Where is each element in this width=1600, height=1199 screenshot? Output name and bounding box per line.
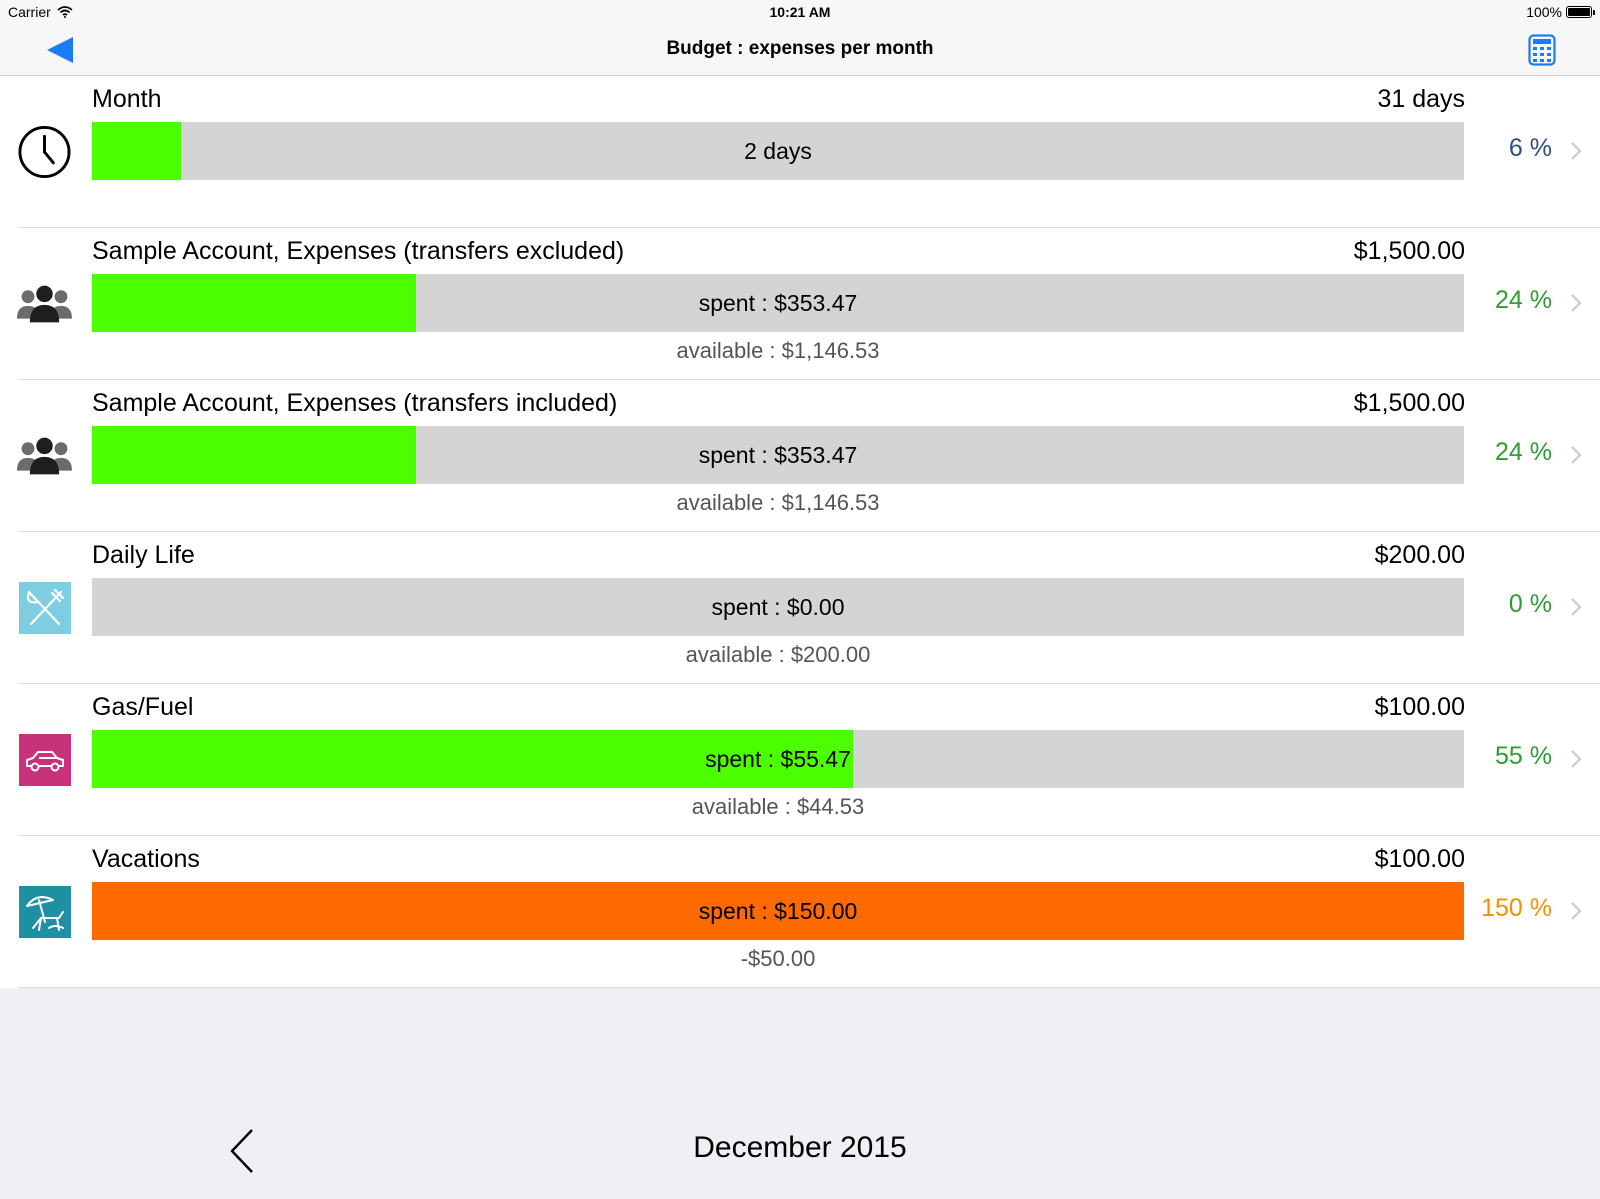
row-budget: $200.00 (1374, 541, 1465, 569)
row-name: Month (92, 85, 162, 113)
row-separator (18, 987, 1600, 988)
car-icon (18, 733, 71, 786)
row-budget: $1,500.00 (1353, 237, 1465, 265)
row-name: Sample Account, Expenses (transfers excl… (92, 237, 625, 265)
row-percent: 150 % (1481, 894, 1552, 922)
battery-percent: 100% (1526, 4, 1562, 20)
progress-bar: spent : $55.47 (92, 730, 1464, 788)
progress-label: spent : $353.47 (698, 441, 858, 468)
row-available: available : $44.53 (691, 794, 865, 819)
row-budget: 31 days (1377, 85, 1465, 113)
back-button[interactable] (40, 32, 80, 68)
budget-row-gas-fuel[interactable]: Gas/Fuel $100.00 spent : $55.47 availabl… (0, 684, 1600, 836)
progress-label: spent : $353.47 (698, 289, 858, 316)
chevron-left-icon (230, 1129, 253, 1173)
row-budget: $100.00 (1374, 845, 1465, 873)
row-percent: 24 % (1495, 438, 1552, 466)
chevron-right-icon (1571, 902, 1582, 920)
progress-label: spent : $0.00 (711, 593, 845, 620)
row-available: -$50.00 (740, 946, 816, 971)
beach-umbrella-icon (18, 885, 71, 938)
previous-month-button[interactable] (222, 1126, 262, 1176)
row-budget: $1,500.00 (1353, 389, 1465, 417)
battery-icon (1566, 6, 1595, 18)
row-name: Vacations (92, 845, 200, 873)
status-time: 10:21 AM (769, 4, 831, 20)
chevron-right-icon (1571, 598, 1582, 616)
chevron-right-icon (1571, 294, 1582, 312)
budget-row-vacations[interactable]: Vacations $100.00 spent : $150.00 -$50.0… (0, 836, 1600, 988)
calculator-icon (1528, 34, 1556, 66)
carrier-info: Carrier (8, 4, 73, 20)
budget-row-month[interactable]: Month 31 days 2 days 6 % (0, 76, 1600, 228)
status-bar: Carrier 10:21 AM 100% (0, 0, 1600, 24)
row-name: Gas/Fuel (92, 693, 194, 721)
row-percent: 24 % (1495, 286, 1552, 314)
battery-info: 100% (1526, 4, 1595, 20)
progress-bar: 2 days (92, 122, 1464, 180)
chevron-right-icon (1571, 750, 1582, 768)
row-percent: 0 % (1508, 590, 1552, 618)
row-available: available : $200.00 (685, 642, 871, 667)
calculator-button[interactable] (1522, 30, 1562, 70)
people-icon (17, 285, 72, 322)
row-percent: 6 % (1508, 134, 1552, 162)
row-name: Sample Account, Expenses (transfers incl… (92, 389, 618, 417)
clock-icon (18, 125, 71, 178)
back-triangle-icon (47, 37, 73, 63)
progress-label: spent : $150.00 (698, 897, 858, 924)
progress-bar: spent : $353.47 (92, 426, 1464, 484)
progress-label: 2 days (744, 137, 812, 164)
progress-bar: spent : $150.00 (92, 882, 1464, 940)
row-budget: $100.00 (1374, 693, 1465, 721)
carrier-label: Carrier (8, 4, 51, 20)
row-available: available : $1,146.53 (676, 338, 880, 363)
budget-row-sample-account-included[interactable]: Sample Account, Expenses (transfers incl… (0, 380, 1600, 532)
people-icon (17, 437, 72, 474)
progress-bar: spent : $0.00 (92, 578, 1464, 636)
navigation-bar: Budget : expenses per month (0, 24, 1600, 76)
row-name: Daily Life (92, 541, 195, 569)
progress-label: spent : $55.47 (705, 745, 851, 772)
chevron-right-icon (1571, 142, 1582, 160)
budget-row-sample-account-excluded[interactable]: Sample Account, Expenses (transfers excl… (0, 228, 1600, 380)
row-percent: 55 % (1495, 742, 1552, 770)
fork-knife-icon (18, 581, 71, 634)
row-available: available : $1,146.53 (676, 490, 880, 515)
wifi-icon (57, 6, 73, 18)
progress-bar: spent : $353.47 (92, 274, 1464, 332)
chevron-right-icon (1571, 446, 1582, 464)
page-title: Budget : expenses per month (666, 38, 934, 59)
budget-row-daily-life[interactable]: Daily Life $200.00 spent : $0.00 availab… (0, 532, 1600, 684)
budget-list: Month 31 days 2 days 6 % Sample Account,… (0, 76, 1600, 988)
